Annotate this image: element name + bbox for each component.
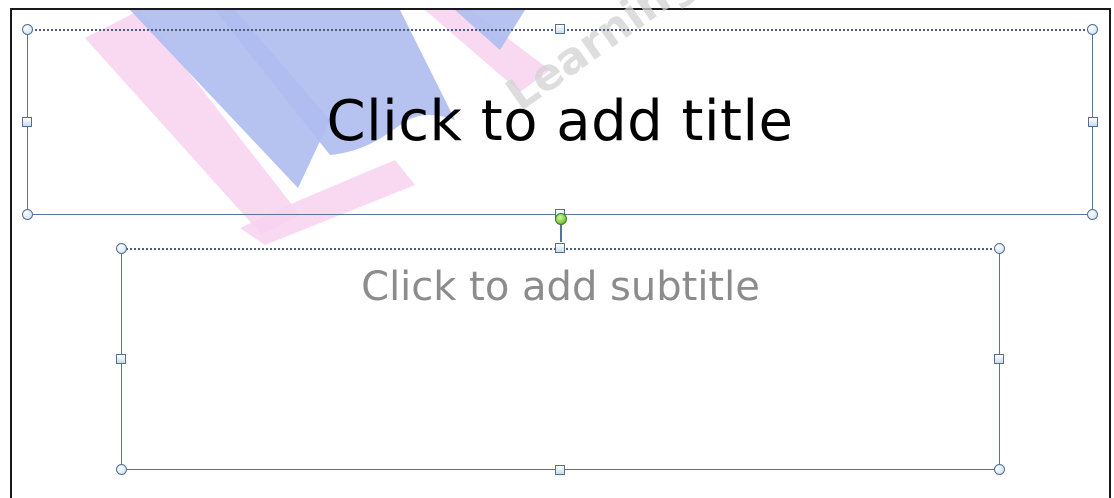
subtitle-placeholder[interactable]: Click to add subtitle bbox=[121, 248, 1000, 470]
subtitle-rotate-stem bbox=[560, 222, 562, 242]
subtitle-resize-handle-top-left[interactable] bbox=[116, 243, 127, 254]
subtitle-rotate-handle[interactable] bbox=[555, 213, 567, 225]
subtitle-resize-handle-top-right[interactable] bbox=[994, 243, 1005, 254]
title-resize-handle-right[interactable] bbox=[1088, 117, 1098, 127]
title-resize-handle-bottom-left[interactable] bbox=[22, 209, 33, 220]
title-resize-handle-top[interactable] bbox=[555, 24, 565, 34]
subtitle-resize-handle-bottom-right[interactable] bbox=[994, 464, 1005, 475]
title-resize-handle-top-left[interactable] bbox=[22, 24, 33, 35]
title-resize-handle-top-right[interactable] bbox=[1087, 24, 1098, 35]
title-resize-handle-bottom-right[interactable] bbox=[1087, 209, 1098, 220]
title-placeholder-text[interactable]: Click to add title bbox=[28, 89, 1092, 154]
subtitle-resize-handle-right[interactable] bbox=[994, 354, 1004, 364]
title-resize-handle-left[interactable] bbox=[22, 117, 32, 127]
subtitle-resize-handle-bottom-left[interactable] bbox=[116, 464, 127, 475]
subtitle-resize-handle-left[interactable] bbox=[116, 354, 126, 364]
subtitle-placeholder-text[interactable]: Click to add subtitle bbox=[122, 264, 999, 310]
subtitle-resize-handle-bottom[interactable] bbox=[555, 465, 565, 475]
title-placeholder[interactable]: Click to add title bbox=[27, 29, 1093, 215]
subtitle-resize-handle-top[interactable] bbox=[555, 243, 565, 253]
